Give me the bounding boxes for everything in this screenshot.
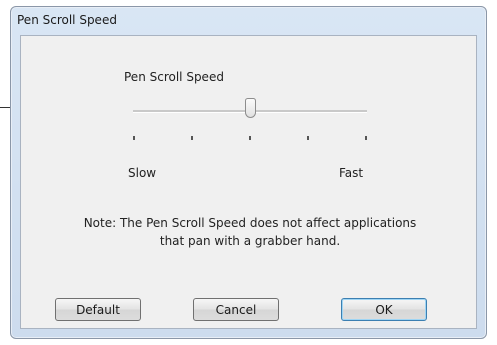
- fast-label: Fast: [339, 166, 364, 180]
- cancel-button[interactable]: Cancel: [193, 298, 279, 321]
- slow-label: Slow: [128, 166, 157, 180]
- slider-tick: [249, 136, 251, 140]
- note-line-1: Note: The Pen Scroll Speed does not affe…: [83, 216, 417, 230]
- title-bar[interactable]: Pen Scroll Speed: [11, 7, 486, 34]
- ok-button[interactable]: OK: [341, 298, 427, 321]
- slider-thumb[interactable]: [244, 98, 256, 118]
- slider-tick: [133, 136, 135, 140]
- dialog-body: Pen Scroll Speed Slow Fast Note: The Pen…: [20, 35, 477, 329]
- slider-tick: [365, 136, 367, 140]
- note-line-2: that pan with a grabber hand.: [159, 234, 341, 248]
- window-title: Pen Scroll Speed: [17, 13, 117, 27]
- note-text: Note: The Pen Scroll Speed does not affe…: [41, 214, 459, 250]
- slider-tick: [307, 136, 309, 140]
- slider-tick: [191, 136, 193, 140]
- dialog-window: Pen Scroll Speed Pen Scroll Speed Slow F…: [10, 6, 487, 339]
- default-button[interactable]: Default: [55, 298, 141, 321]
- slider-label: Pen Scroll Speed: [124, 70, 224, 84]
